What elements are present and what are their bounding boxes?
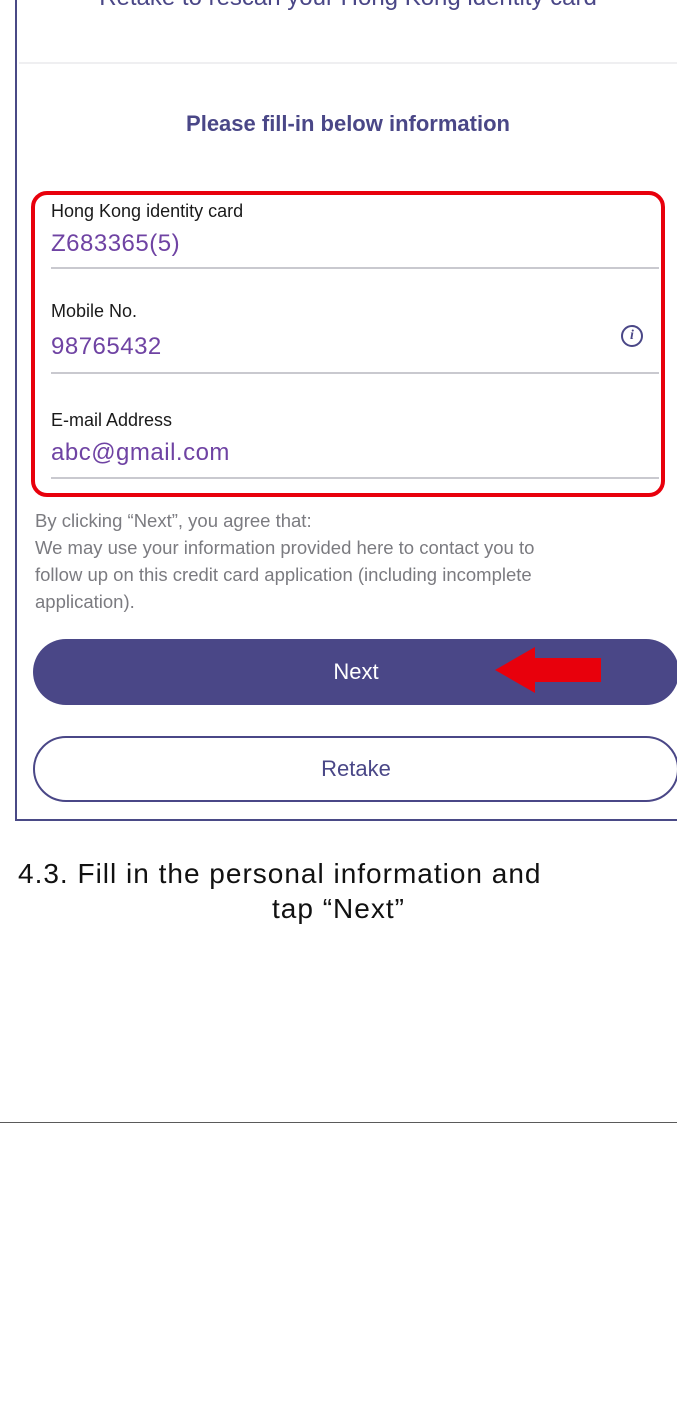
hkid-underline (51, 267, 659, 269)
consent-line: follow up on this credit card applicatio… (35, 564, 532, 585)
form-heading: Please fill-in below information (186, 111, 510, 136)
rescan-instruction: Retake to rescan your Hong Kong identity… (17, 0, 677, 12)
email-field[interactable]: abc@gmail.com (51, 439, 230, 467)
divider (19, 62, 677, 64)
page: Retake to rescan your Hong Kong identity… (0, 0, 677, 1418)
email-label: E-mail Address (51, 410, 173, 430)
info-icon[interactable]: i (621, 325, 643, 347)
email-underline (51, 477, 659, 479)
mobile-label: Mobile No. (51, 301, 138, 321)
consent-text: By clicking “Next”, you agree that: We m… (35, 507, 675, 615)
hkid-field[interactable]: Z683365(5) (51, 230, 180, 258)
red-arrow-icon (495, 647, 601, 693)
consent-line: By clicking “Next”, you agree that: (35, 510, 312, 531)
consent-line: application). (35, 591, 135, 612)
rescan-instruction-text: to rescan your Hong Kong identity card (175, 0, 597, 11)
hkid-label: Hong Kong identity card (51, 201, 244, 221)
retake-button[interactable]: Retake (33, 736, 677, 802)
mobile-field[interactable]: 98765432 (51, 333, 162, 361)
retake-link[interactable]: Retake (99, 0, 175, 11)
caption-line-1: 4.3. Fill in the personal information an… (18, 858, 542, 889)
mobile-underline (51, 372, 659, 374)
consent-line: We may use your information provided her… (35, 537, 535, 558)
phone-screen: Retake to rescan your Hong Kong identity… (15, 0, 677, 821)
caption-line-2: tap “Next” (272, 893, 405, 924)
bottom-divider (0, 1122, 677, 1123)
